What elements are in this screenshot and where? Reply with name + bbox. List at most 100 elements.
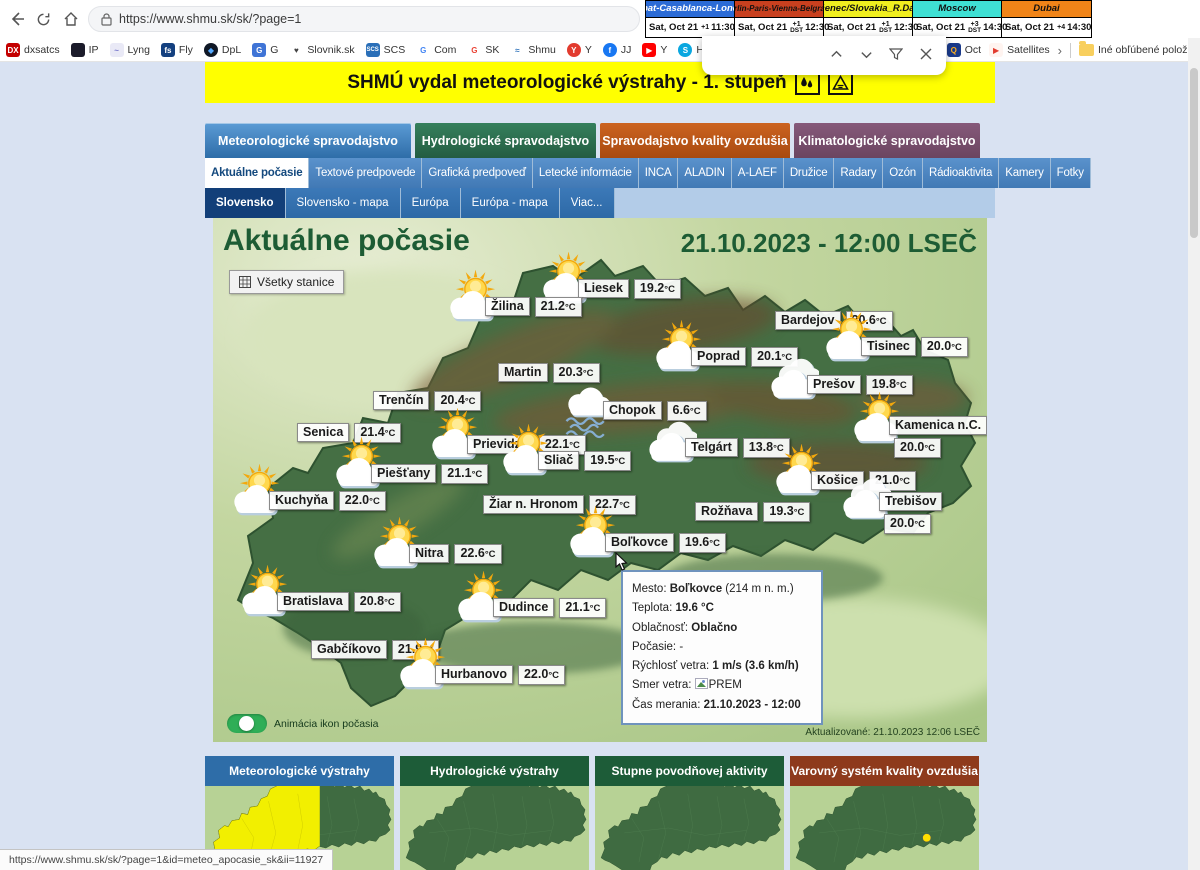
find-next-icon[interactable] (856, 44, 876, 64)
world-clock[interactable]: Lučenec/Slovakia_R.DávidSat, Oct 21+1DST… (824, 1, 913, 37)
weather-station-ro-ava[interactable]: Rožňava19.3°C (695, 499, 810, 522)
bookmark-label: Slovnik.sk (307, 44, 354, 56)
bookmark-item[interactable]: ♥Slovnik.sk (289, 43, 354, 57)
panel-map-thumbnail[interactable] (400, 786, 589, 870)
bookmark-item[interactable]: ~Lyng (110, 43, 150, 57)
panel-map-thumbnail[interactable] (595, 786, 784, 870)
weather-station-bo-kovce[interactable]: Boľkovce19.6°C (605, 530, 726, 553)
weather-station-nitra[interactable]: Nitra22.6°C (409, 541, 502, 564)
back-icon[interactable] (6, 8, 28, 30)
bookmark-item[interactable]: ≈Shmu (510, 43, 555, 57)
bookmark-item[interactable]: GSK (467, 43, 499, 57)
weather-station-kuchy-a[interactable]: Kuchyňa22.0°C (269, 488, 386, 511)
panel-header[interactable]: Hydrologické výstrahy (400, 756, 589, 786)
map-datetime: 21.10.2023 - 12:00 LSEČ (681, 228, 977, 259)
bookmark-label: Lyng (128, 44, 150, 56)
view-tab[interactable]: Európa (401, 188, 461, 218)
view-tab[interactable]: Slovensko - mapa (286, 188, 401, 218)
bookmark-item[interactable]: IP (71, 43, 99, 57)
bookmark-item[interactable]: fJJ (603, 43, 632, 57)
weather-station-dudince[interactable]: Dudince21.1°C (493, 595, 606, 618)
reload-icon[interactable] (32, 8, 54, 30)
panel-header[interactable]: Meteorologické výstrahy (205, 756, 394, 786)
tooltip-value: PREM (709, 679, 742, 691)
sub-tab[interactable]: Textové predpovede (309, 158, 422, 188)
clock-dst-flag: DST (879, 28, 892, 35)
bookmark-favicon: ≈ (510, 43, 524, 57)
find-close-icon[interactable] (916, 44, 936, 64)
world-clock[interactable]: Berlin-Paris-Vienna-BelgradeSat, Oct 21+… (735, 1, 824, 37)
bookmark-item[interactable]: SCSSCS (366, 43, 406, 57)
clock-city-label: Rabat-Casablanca-London (646, 1, 734, 18)
scrollbar-thumb[interactable] (1190, 68, 1198, 238)
weather-station-tisinec[interactable]: Tisinec20.0°C (861, 334, 968, 357)
weather-station--ilina[interactable]: Žilina21.2°C (485, 294, 582, 317)
view-nav-tabs: SlovenskoSlovensko - mapaEurópaEurópa - … (205, 188, 995, 218)
bookmark-label: dxsatcs (24, 44, 60, 56)
clock-time-row: Sat, Oct 21+111:30 (646, 18, 734, 37)
bookmark-item[interactable]: YY (567, 43, 592, 57)
home-icon[interactable] (60, 8, 82, 30)
toggle-switch[interactable] (227, 714, 267, 733)
sub-tab[interactable]: Aktuálne počasie (205, 158, 309, 188)
bookmark-item[interactable]: ▶Satellites (989, 43, 1050, 57)
weather-station-bratislava[interactable]: Bratislava20.8°C (277, 589, 401, 612)
nav-tab-klimatologické[interactable]: Klimatologické spravodajstvo (794, 123, 980, 158)
all-stations-button[interactable]: Všetky stanice (229, 270, 344, 294)
sub-tab[interactable]: Radary (834, 158, 883, 188)
panel-header[interactable]: Stupne povodňovej aktivity (595, 756, 784, 786)
temperature-unit: °C (384, 597, 395, 608)
view-tab[interactable]: Slovensko (205, 188, 286, 218)
station-name: Piešťany (371, 464, 436, 483)
sub-tab[interactable]: Letecké informácie (533, 158, 639, 188)
scrollbar[interactable] (1188, 38, 1200, 870)
bookmarks-overflow-chevron-icon[interactable]: › (1058, 43, 1062, 58)
bookmark-item[interactable]: GG (252, 43, 278, 57)
sub-tab[interactable]: Družice (784, 158, 835, 188)
station-name: Kamenica n.C. (889, 416, 987, 435)
temperature-unit: °C (472, 469, 483, 480)
sub-tab[interactable]: INCA (639, 158, 679, 188)
url-bar[interactable]: https://www.shmu.sk/sk/?page=1 (88, 6, 640, 32)
world-clock[interactable]: DubaiSat, Oct 21+414:30 (1002, 1, 1091, 37)
panel-map-thumbnail[interactable] (790, 786, 979, 870)
panel-header[interactable]: Varovný systém kvality ovzdušia (790, 756, 979, 786)
nav-tab-spravodajstvo[interactable]: Spravodajstvo kvality ovzdušia (600, 123, 790, 158)
world-clock[interactable]: Rabat-Casablanca-LondonSat, Oct 21+111:3… (646, 1, 735, 37)
view-tab[interactable]: Viac... (560, 188, 615, 218)
sub-tab[interactable]: Grafická predpoveď (422, 158, 532, 188)
weather-map[interactable]: Aktuálne počasie 21.10.2023 - 12:00 LSEČ… (213, 218, 987, 742)
sub-tab[interactable]: Kamery (999, 158, 1050, 188)
find-popup (702, 36, 946, 75)
sub-tab[interactable]: ALADIN (678, 158, 731, 188)
bookmark-item[interactable]: DX dxsatcs (6, 43, 60, 57)
weather-station-slia-[interactable]: Sliač19.5°C (538, 448, 631, 471)
bookmark-favicon: DX (6, 43, 20, 57)
nav-tab-hydrologické[interactable]: Hydrologické spravodajstvo (415, 123, 596, 158)
sub-tab[interactable]: A-LAEF (732, 158, 784, 188)
station-name: Telgárt (685, 438, 738, 457)
view-tab[interactable]: Európa - mapa (461, 188, 560, 218)
temperature-unit: °C (709, 538, 720, 549)
weather-station-pie-any[interactable]: Piešťany21.1°C (371, 461, 488, 484)
station-tooltip: Mesto: Boľkovce (214 m n. m.)Teplota: 19… (621, 570, 823, 725)
sub-tab[interactable]: Ozón (883, 158, 923, 188)
weather-station-kamenica-n-c-[interactable]: Kamenica n.C.20.0°C (889, 416, 987, 458)
world-clock[interactable]: MoscowSat, Oct 21+3DST14:30 (913, 1, 1002, 37)
bookmark-favicon: fs (161, 43, 175, 57)
animation-toggle[interactable]: Animácia ikon počasia (227, 714, 378, 733)
sub-tab[interactable]: Rádioaktivita (923, 158, 999, 188)
weather-station-liesek[interactable]: Liesek19.2°C (578, 276, 681, 299)
nav-tab-meteorologické[interactable]: Meteorologické spravodajstvo (205, 123, 411, 158)
bookmark-item[interactable]: fsFly (161, 43, 193, 57)
sub-tab[interactable]: Fotky (1051, 158, 1091, 188)
find-previous-icon[interactable] (826, 44, 846, 64)
bookmark-item[interactable]: ◆DpL (204, 43, 241, 57)
find-filter-icon[interactable] (886, 44, 906, 64)
weather-station-trebi-ov[interactable]: Trebišov20.0°C (879, 492, 987, 534)
bookmark-item[interactable]: GCom (416, 43, 456, 57)
bookmark-item[interactable]: ▶Y (642, 43, 667, 57)
other-favorites-folder[interactable]: Iné obľúbené položky (1079, 44, 1198, 56)
weather-station-hurbanovo[interactable]: Hurbanovo22.0°C (435, 662, 565, 685)
bookmark-item[interactable]: QOct (947, 43, 981, 57)
